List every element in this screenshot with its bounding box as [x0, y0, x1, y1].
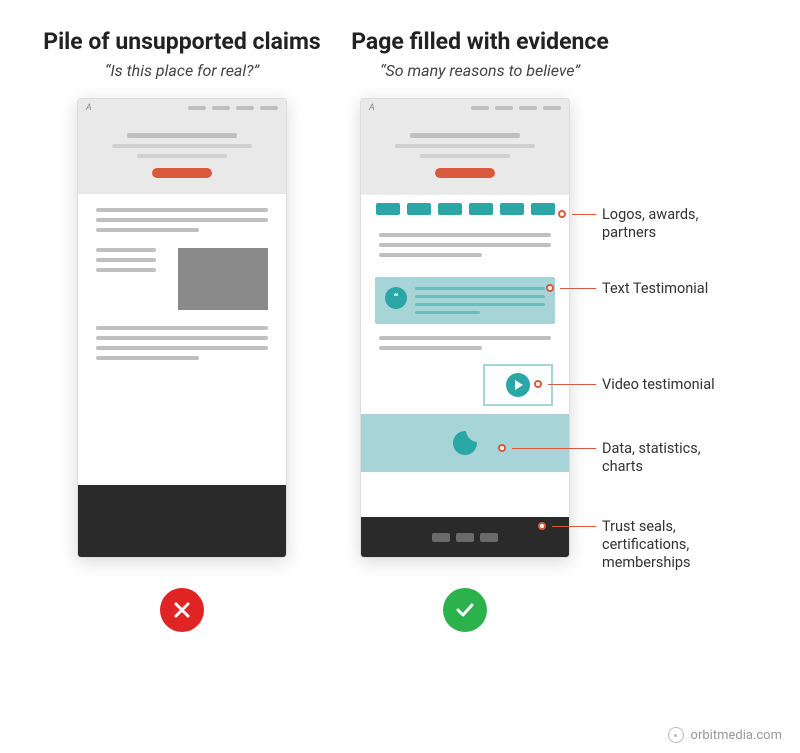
phone-header: A	[78, 99, 286, 117]
right-heading: Page filled with evidence	[350, 28, 610, 55]
right-quote: “So many reasons to believe”	[350, 61, 610, 80]
source-credit: orbitmedia.com	[668, 727, 782, 743]
play-icon	[506, 373, 530, 397]
source-text: orbitmedia.com	[691, 728, 782, 743]
comparison-diagram: Pile of unsupported claims “Is this plac…	[0, 0, 800, 632]
cross-icon	[160, 588, 204, 632]
image-placeholder	[178, 248, 268, 310]
unsupported-claims-column: Pile of unsupported claims “Is this plac…	[32, 28, 332, 632]
callout-logos: Logos, awards, partners	[602, 206, 742, 242]
left-heading: Pile of unsupported claims	[32, 28, 332, 55]
footer-placeholder	[78, 485, 286, 557]
content-section	[361, 223, 569, 267]
callout-dot	[498, 444, 506, 452]
callout-dot	[534, 380, 542, 388]
cta-button-placeholder	[152, 168, 212, 178]
phone-mockup-good: A “	[360, 98, 570, 558]
cta-button-placeholder	[435, 168, 495, 178]
pie-chart-icon	[453, 431, 477, 455]
text-testimonial: “	[375, 277, 555, 324]
logos-band	[361, 194, 569, 223]
callout-data: Data, statistics, charts	[602, 440, 742, 476]
callout-dot	[558, 210, 566, 218]
nav-placeholder	[471, 106, 561, 110]
content-section	[361, 334, 569, 350]
check-icon	[443, 588, 487, 632]
callout-trust: Trust seals, certifications, memberships	[602, 518, 742, 572]
callout-testimonial: Text Testimonial	[602, 280, 742, 298]
quote-icon: “	[385, 287, 407, 309]
evidence-column: Page filled with evidence “So many reaso…	[350, 28, 780, 632]
phone-logo: A	[86, 103, 92, 113]
phone-mockup-bad: A	[77, 98, 287, 558]
phone-header: A	[361, 99, 569, 117]
hero-section	[361, 117, 569, 194]
left-quote: “Is this place for real?”	[32, 61, 332, 80]
nav-placeholder	[188, 106, 278, 110]
callout-dot	[538, 522, 546, 530]
callout-dot	[546, 284, 554, 292]
callout-video: Video testimonial	[602, 376, 742, 394]
evidence-stage: A “	[350, 98, 780, 558]
source-logo-icon	[668, 727, 684, 743]
phone-logo: A	[369, 103, 375, 113]
hero-section	[78, 117, 286, 194]
content-section	[78, 194, 286, 380]
